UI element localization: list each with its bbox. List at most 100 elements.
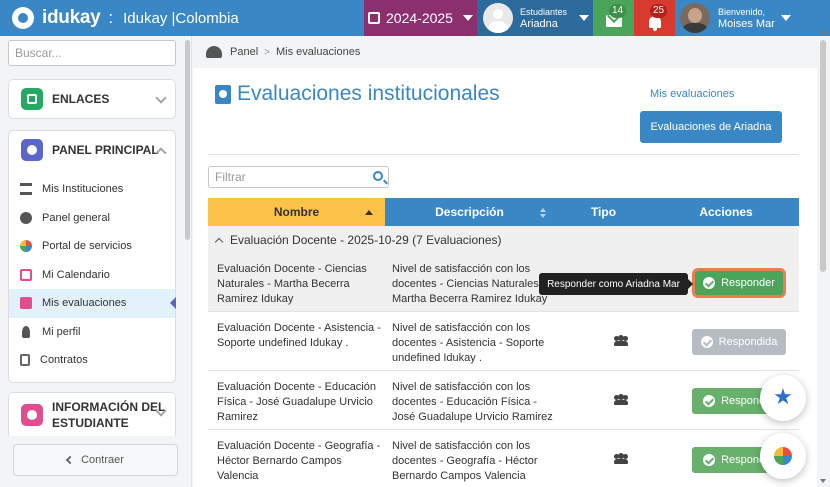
sidebar-item-contratos[interactable]: Contratos [9, 346, 175, 375]
check-circle-icon [703, 277, 716, 289]
chevron-left-icon [65, 455, 75, 465]
evaluation-name: Evaluación Docente - Geografía - Héctor … [217, 440, 381, 482]
sidebar-item-label: Mi Calendario [42, 268, 110, 281]
sidebar-item-label: Mis Instituciones [42, 183, 124, 196]
evaluation-description: Nivel de satisfacción con los docentes -… [392, 381, 553, 423]
sort-icon [540, 208, 546, 218]
users-icon [614, 335, 628, 346]
column-header-actions: Acciones [653, 198, 799, 226]
links-section: ENLACES [8, 79, 176, 119]
check-circle-icon [703, 395, 716, 407]
brand-separator: : [108, 8, 114, 27]
users-icon [614, 453, 628, 464]
assistant-floating-button[interactable] [760, 433, 806, 479]
column-header-label: Nombre [273, 205, 320, 219]
check-circle-icon [700, 336, 713, 348]
notifications-button[interactable]: 25 [634, 0, 675, 36]
group-label: Evaluación Docente - 2025-10-29 (7 Evalu… [230, 233, 502, 247]
breadcrumb-current: Mis evaluaciones [275, 46, 361, 58]
table-row: Evaluación Docente - Asistencia - Soport… [208, 313, 799, 371]
column-header-label: Tipo [590, 205, 617, 219]
column-header-label: Acciones [699, 205, 753, 219]
student-name: Ariadna [520, 18, 558, 30]
external-link-icon [21, 88, 43, 110]
evaluation-icon [215, 84, 231, 104]
main-scrollbar[interactable] [820, 40, 826, 272]
dashboard-icon [20, 211, 32, 224]
calendar-icon [20, 268, 32, 281]
table-row: Evaluación Docente - Ciencias Naturales … [208, 254, 799, 312]
evaluation-icon [20, 297, 32, 310]
sidebar-item-label: Contratos [40, 354, 88, 367]
my-evaluations-link[interactable]: Mis evaluaciones [650, 88, 734, 100]
collapse-label: Contraer [81, 454, 124, 466]
school-year-selector[interactable]: 2024-2025 [364, 0, 477, 36]
scroll-down-arrow-icon[interactable] [820, 479, 826, 483]
caret-down-icon [462, 15, 473, 21]
institution-name: Idukay |Colombia [123, 9, 239, 27]
sidebar-scrollbar[interactable] [185, 40, 190, 240]
messages-button[interactable]: 14 [593, 0, 634, 36]
filter-input[interactable] [208, 166, 389, 188]
search-icon[interactable] [373, 171, 383, 181]
idukay-logo-icon [20, 240, 32, 253]
sidebar-search-input[interactable] [8, 40, 176, 66]
chevron-up-icon [214, 237, 224, 246]
favorites-floating-button[interactable]: ★ [760, 375, 806, 421]
breadcrumb-root[interactable]: Panel [230, 46, 258, 58]
app-logo[interactable]: idukay : Idukay |Colombia [0, 0, 364, 36]
breadcrumb: Panel > Mis evaluaciones [193, 36, 817, 68]
caret-down-icon [780, 15, 791, 21]
sidebar-item-label: Mi perfil [42, 325, 81, 338]
links-section-title: ENLACES [52, 92, 110, 106]
table-header: Nombre Descripción Tipo Acciones [208, 198, 799, 226]
table-row: Evaluación Docente - Educación Física - … [208, 372, 799, 430]
star-icon: ★ [773, 385, 793, 410]
user-name: Moises Mar [718, 18, 775, 30]
page-title: Evaluaciones institucionales [215, 82, 500, 106]
sidebar-item-mi-calendario[interactable]: Mi Calendario [9, 261, 175, 290]
user-menu[interactable]: Bienvenido, Moises Mar [675, 0, 797, 36]
sidebar-item-panel-general[interactable]: Panel general [9, 204, 175, 233]
welcome-label: Bienvenido, [718, 7, 766, 17]
sort-ascending-icon [365, 210, 373, 215]
user-avatar [680, 3, 710, 33]
main-panel-section-title: PANEL PRINCIPAL [52, 143, 159, 157]
dashboard-icon [21, 139, 43, 161]
institution-icon [20, 183, 32, 196]
sidebar-item-mi-perfil[interactable]: Mi perfil [9, 318, 175, 347]
sidebar-item-mis-evaluaciones[interactable]: Mis evaluaciones [9, 289, 176, 318]
idukay-logo-icon [12, 7, 34, 29]
student-icon [21, 404, 43, 426]
top-bar: idukay : Idukay |Colombia 2024-2025 Estu… [0, 0, 830, 36]
evaluation-description: Nivel de satisfacción con los docentes -… [392, 263, 548, 305]
student-selector[interactable]: Estudiantes Ariadna [477, 0, 593, 36]
dashboard-icon [206, 46, 222, 58]
evaluation-name: Evaluación Docente - Educación Física - … [217, 381, 376, 423]
responder-button[interactable]: Responder [695, 271, 783, 295]
calendar-icon [368, 12, 381, 24]
caret-down-icon [579, 15, 590, 21]
collapse-sidebar-button[interactable]: Contraer [13, 444, 178, 476]
sidebar-item-mis-instituciones[interactable]: Mis Instituciones [9, 175, 175, 204]
ariadna-evaluations-button[interactable]: Evaluaciones de Ariadna [640, 111, 782, 143]
chevron-down-icon [155, 92, 167, 104]
column-header-name[interactable]: Nombre [208, 198, 385, 226]
sidebar-item-portal-de-servicios[interactable]: Portal de servicios [9, 232, 175, 261]
links-section-header[interactable]: ENLACES [9, 80, 175, 118]
button-label: Respondida [718, 336, 778, 348]
main-panel-section-header[interactable]: PANEL PRINCIPAL [9, 131, 175, 169]
users-icon [614, 394, 628, 405]
evaluation-description: Nivel de satisfacción con los docentes -… [392, 322, 545, 364]
student-info-title-line1: INFORMACIÓN DEL [52, 400, 166, 414]
student-info-title-line2: ESTUDIANTE [52, 416, 129, 430]
students-label: Estudiantes [520, 7, 568, 17]
messages-count-badge: 14 [609, 4, 627, 18]
column-header-description[interactable]: Descripción [385, 198, 554, 226]
group-row[interactable]: Evaluación Docente - 2025-10-29 (7 Evalu… [208, 226, 799, 254]
student-info-section-header[interactable]: INFORMACIÓN DEL ESTUDIANTE [9, 393, 175, 437]
check-circle-icon [703, 454, 716, 466]
student-info-section: INFORMACIÓN DEL ESTUDIANTE [8, 392, 176, 436]
scroll-up-arrow-icon[interactable] [820, 30, 826, 34]
respondida-button[interactable]: Respondida [692, 329, 786, 355]
